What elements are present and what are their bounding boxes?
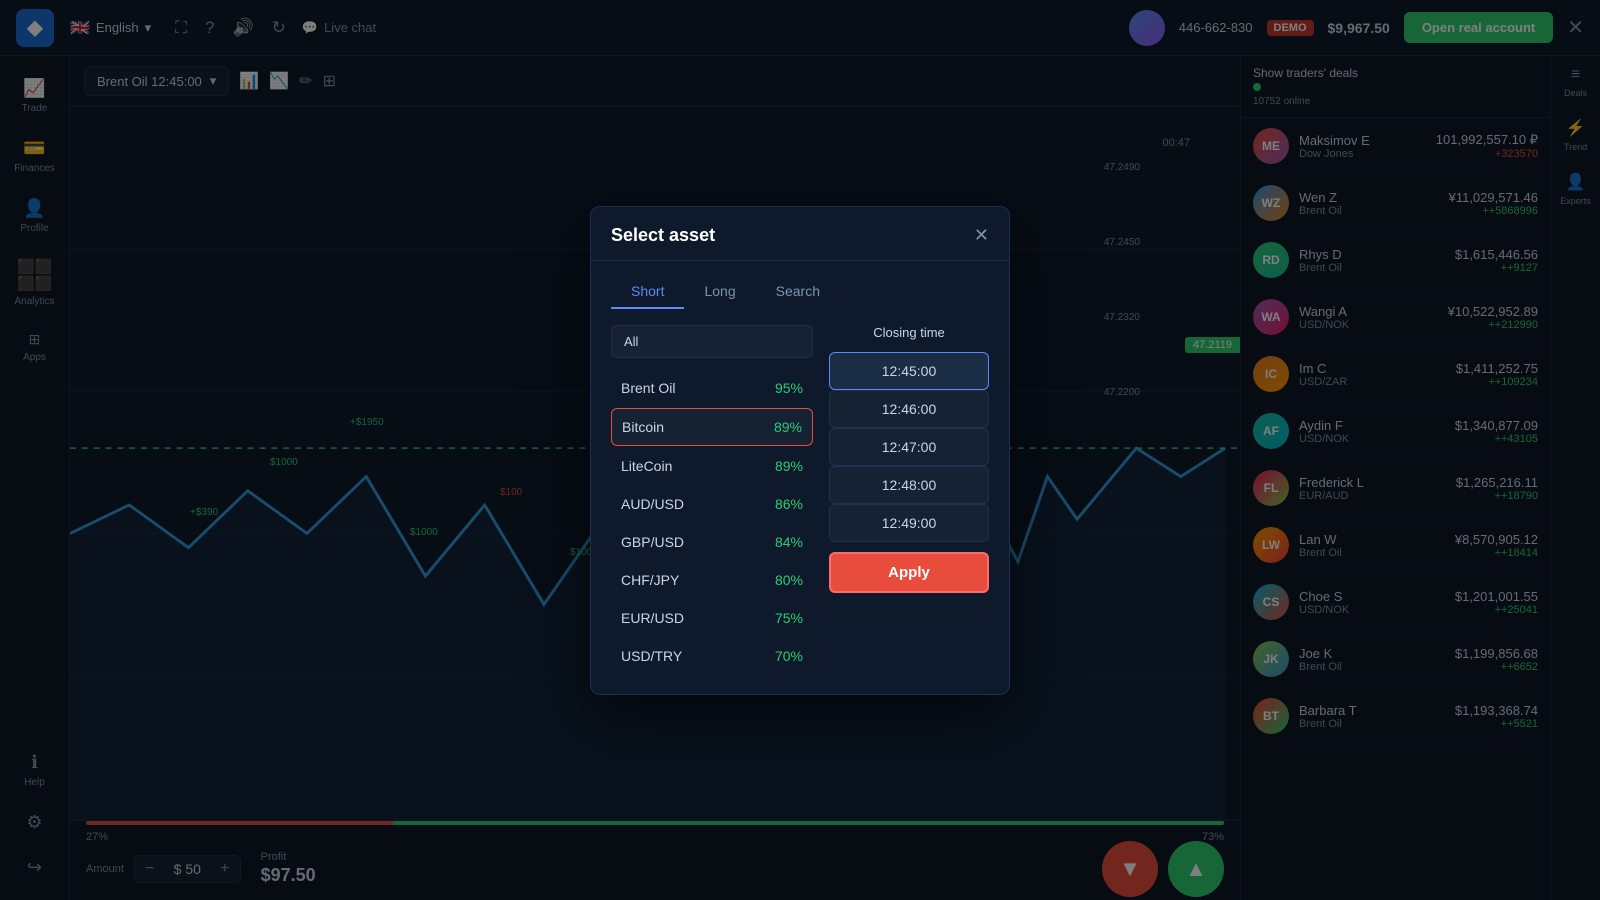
asset-row[interactable]: GBP/USD 84%	[611, 524, 813, 560]
select-asset-modal: Select asset ✕ Short Long Search All Cur…	[590, 206, 1010, 695]
modal-tabs: Short Long Search	[591, 261, 1009, 309]
asset-name: CHF/JPY	[621, 572, 679, 588]
asset-name: Bitcoin	[622, 419, 664, 435]
asset-name: EUR/USD	[621, 610, 684, 626]
asset-row[interactable]: EUR/USD 75%	[611, 600, 813, 636]
asset-pct: 70%	[775, 648, 803, 664]
asset-name: Brent Oil	[621, 380, 675, 396]
modal-body: All Currencies Crypto Commodities Stocks…	[591, 309, 1009, 694]
asset-pct: 95%	[775, 380, 803, 396]
asset-name: USD/TRY	[621, 648, 682, 664]
asset-pct: 75%	[775, 610, 803, 626]
closing-time-label: Closing time	[829, 325, 989, 340]
modal-close-button[interactable]: ✕	[974, 225, 989, 246]
asset-list: Brent Oil 95% Bitcoin 89% LiteCoin 89% A…	[611, 370, 813, 674]
time-slot[interactable]: 12:45:00	[829, 352, 989, 390]
asset-pct: 89%	[774, 419, 802, 435]
closing-time-column: Closing time 12:45:0012:46:0012:47:0012:…	[829, 325, 989, 674]
asset-name: AUD/USD	[621, 496, 684, 512]
time-slot[interactable]: 12:49:00	[829, 504, 989, 542]
modal-header: Select asset ✕	[591, 207, 1009, 261]
tab-long[interactable]: Long	[684, 275, 755, 309]
asset-pct: 84%	[775, 534, 803, 550]
modal-title: Select asset	[611, 225, 715, 246]
asset-pct: 80%	[775, 572, 803, 588]
time-slots: 12:45:0012:46:0012:47:0012:48:0012:49:00	[829, 352, 989, 542]
asset-list-column: All Currencies Crypto Commodities Stocks…	[611, 325, 813, 674]
tab-search[interactable]: Search	[756, 275, 840, 309]
asset-row[interactable]: Brent Oil 95%	[611, 370, 813, 406]
asset-row[interactable]: USD/TRY 70%	[611, 638, 813, 674]
asset-pct: 89%	[775, 458, 803, 474]
asset-row[interactable]: AUD/USD 86%	[611, 486, 813, 522]
asset-row[interactable]: LiteCoin 89%	[611, 448, 813, 484]
time-slot[interactable]: 12:47:00	[829, 428, 989, 466]
modal-overlay[interactable]: Select asset ✕ Short Long Search All Cur…	[0, 0, 1600, 900]
apply-button[interactable]: Apply	[829, 552, 989, 593]
asset-name: LiteCoin	[621, 458, 672, 474]
asset-row[interactable]: Bitcoin 89%	[611, 408, 813, 446]
asset-pct: 86%	[775, 496, 803, 512]
asset-filter-select[interactable]: All Currencies Crypto Commodities Stocks	[611, 325, 813, 358]
time-slot[interactable]: 12:48:00	[829, 466, 989, 504]
asset-name: GBP/USD	[621, 534, 684, 550]
tab-short[interactable]: Short	[611, 275, 684, 309]
time-slot[interactable]: 12:46:00	[829, 390, 989, 428]
asset-row[interactable]: CHF/JPY 80%	[611, 562, 813, 598]
